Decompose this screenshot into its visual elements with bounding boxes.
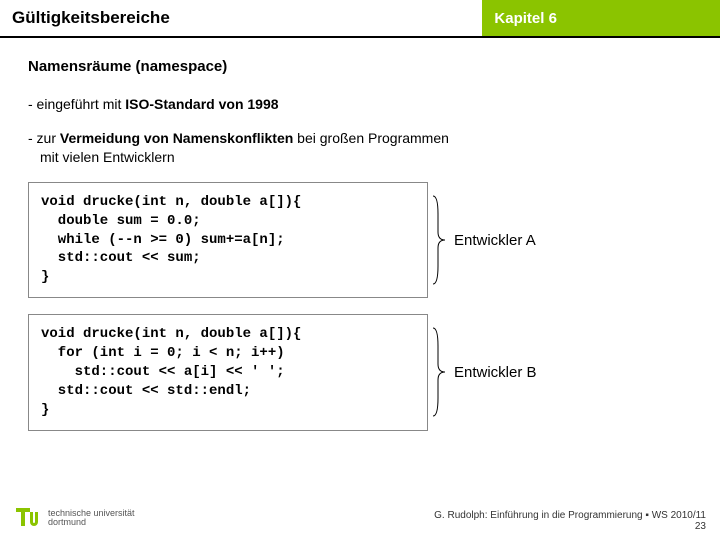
section-title: Namensräume (namespace): [28, 58, 692, 75]
brace-icon: [432, 326, 446, 418]
slide-footer: technische universität dortmund G. Rudol…: [0, 504, 720, 532]
header-title-left: Gültigkeitsbereiche: [0, 0, 482, 36]
slide-content: Namensräume (namespace) - eingeführt mit…: [0, 38, 720, 455]
bullet-1-prefix: - eingeführt mit: [28, 96, 125, 112]
code-box-b: void drucke(int n, double a[]){ for (int…: [28, 314, 428, 430]
footer-credit-line: G. Rudolph: Einführung in die Programmie…: [434, 510, 706, 521]
logo-line2: dortmund: [48, 518, 135, 527]
bullet-2-line2: mit vielen Entwicklern: [28, 148, 692, 168]
brace-b-wrap: Entwickler B: [428, 326, 537, 418]
code-row-a: void drucke(int n, double a[]){ double s…: [28, 182, 692, 298]
bullet-2: - zur Vermeidung von Namenskonflikten be…: [28, 129, 692, 168]
bullet-1: - eingeführt mit ISO-Standard von 1998: [28, 95, 692, 115]
bullet-2-prefix: - zur: [28, 130, 60, 146]
header-title-right: Kapitel 6: [482, 0, 720, 36]
footer-credit: G. Rudolph: Einführung in die Programmie…: [434, 510, 706, 532]
code-row-b: void drucke(int n, double a[]){ for (int…: [28, 314, 692, 430]
bullet-2-rest: bei großen Programmen: [293, 130, 449, 146]
bullet-2-bold: Vermeidung von Namenskonflikten: [60, 130, 293, 146]
brace-a-wrap: Entwickler A: [428, 194, 536, 286]
developer-a-label: Entwickler A: [454, 232, 536, 249]
footer-page-number: 23: [434, 521, 706, 532]
university-logo: technische universität dortmund: [14, 504, 135, 532]
bullet-1-bold: ISO-Standard von 1998: [125, 96, 278, 112]
slide-header: Gültigkeitsbereiche Kapitel 6: [0, 0, 720, 38]
brace-icon: [432, 194, 446, 286]
code-box-a: void drucke(int n, double a[]){ double s…: [28, 182, 428, 298]
tu-logo-icon: [14, 504, 42, 532]
logo-text: technische universität dortmund: [48, 509, 135, 528]
developer-b-label: Entwickler B: [454, 364, 537, 381]
